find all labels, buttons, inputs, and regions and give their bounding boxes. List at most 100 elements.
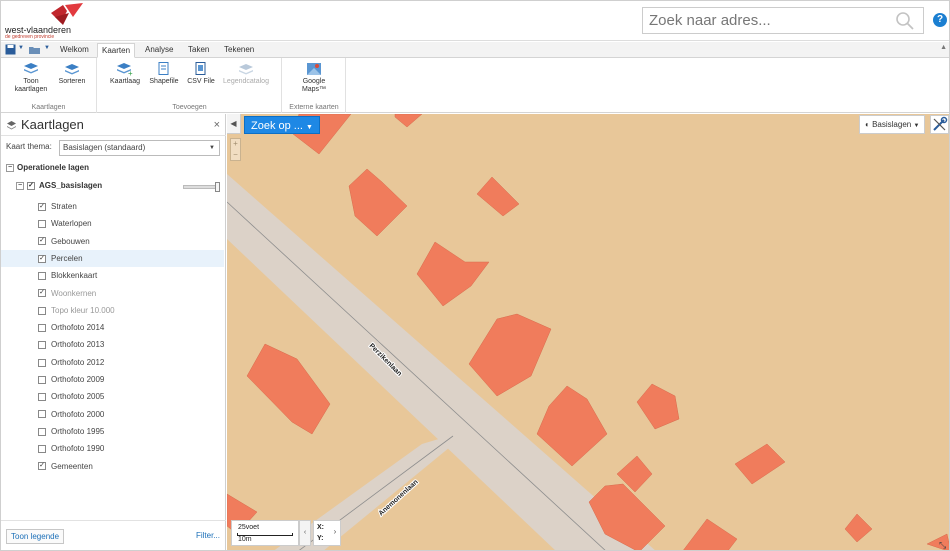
layer-row[interactable]: Waterlopen <box>1 215 224 232</box>
ribbon-collapse-icon[interactable]: ▲ <box>940 44 947 51</box>
layer-row[interactable]: Topo kleur 10.000 <box>1 302 224 319</box>
basemap-button[interactable]: ◐ Basislagen ▼ <box>859 115 926 134</box>
address-search-input[interactable] <box>643 8 888 33</box>
ribbon-group-title: Toevoegen <box>172 104 207 111</box>
layer-checkbox[interactable]: ✓ <box>38 237 46 246</box>
layer-row[interactable]: Orthofoto 2014 <box>1 319 224 336</box>
layer-checkbox[interactable] <box>38 323 46 332</box>
sorteren-button[interactable]: Sorteren <box>55 62 89 86</box>
slider-handle[interactable] <box>215 182 220 192</box>
chevron-left-icon[interactable]: ‹ <box>299 520 311 546</box>
zoom-out-button[interactable]: − <box>231 150 240 161</box>
save-icon[interactable] <box>5 43 16 57</box>
layer-row[interactable]: ✓ Straten <box>1 198 224 215</box>
layer-checkbox[interactable] <box>38 393 46 402</box>
theme-select[interactable]: Basislagen (standaard) ▼ <box>59 140 220 156</box>
map-canvas[interactable]: Perzikenlaan Anemonenlaan <box>227 114 950 551</box>
collapse-icon[interactable]: − <box>6 163 14 172</box>
ribbon-group-externe-kaarten: Google Maps™ Externe kaarten <box>283 58 346 113</box>
layer-row[interactable]: Orthofoto 1990 <box>1 440 224 457</box>
toon-kaartlagen-button[interactable]: Toon kaartlagen <box>9 62 53 94</box>
layer-label: Straten <box>51 202 77 211</box>
layer-row[interactable]: ✓ Gemeenten <box>1 458 224 475</box>
open-folder-icon[interactable] <box>29 43 41 57</box>
layer-checkbox[interactable]: ✓ <box>38 289 46 298</box>
group-ags-basislagen[interactable]: − ✓ AGS_basislagen <box>16 181 102 195</box>
app-window: west-vlaanderen de gedreven provincie ? … <box>0 0 950 551</box>
layer-row[interactable]: Orthofoto 2013 <box>1 336 224 353</box>
zoom-in-button[interactable]: + <box>231 139 240 150</box>
map-view[interactable]: Perzikenlaan Anemonenlaan ◀ + − Zoek op … <box>227 114 950 551</box>
basemap-label: Basislagen <box>872 120 912 129</box>
group-label: AGS_basislagen <box>39 181 103 190</box>
layer-checkbox[interactable] <box>38 341 46 350</box>
layer-checkbox[interactable] <box>38 220 46 229</box>
tab-kaarten[interactable]: Kaarten <box>97 43 136 58</box>
svg-text:+: + <box>128 69 133 76</box>
tools-button[interactable] <box>930 115 949 134</box>
tab-welkom[interactable]: Welkom <box>56 43 93 58</box>
help-icon[interactable]: ? <box>933 13 947 27</box>
legendcatalog-button[interactable]: Legendcatalog <box>220 62 272 86</box>
layer-row[interactable]: ✓ Gebouwen <box>1 233 224 250</box>
tab-taken[interactable]: Taken <box>184 43 213 58</box>
layer-label: Orthofoto 2013 <box>51 340 105 350</box>
layer-checkbox[interactable]: ✓ <box>38 202 46 211</box>
opacity-slider[interactable] <box>183 182 220 192</box>
building <box>246 343 331 435</box>
basemap-icon: ◐ <box>865 120 870 129</box>
building <box>734 443 786 485</box>
layers-icon <box>7 121 16 130</box>
legendcatalog-label: Legendcatalog <box>223 78 269 85</box>
layer-row[interactable]: Orthofoto 1995 <box>1 423 224 440</box>
layer-row[interactable]: Orthofoto 2012 <box>1 354 224 371</box>
layer-row[interactable]: Orthofoto 2005 <box>1 388 224 405</box>
layer-label: Orthofoto 1990 <box>51 444 105 454</box>
search-icon[interactable] <box>895 11 915 31</box>
layer-checkbox[interactable] <box>38 358 46 367</box>
layer-row[interactable]: Orthofoto 2009 <box>1 371 224 388</box>
csv-file-button[interactable]: CSV File <box>184 62 218 86</box>
tab-tekenen[interactable]: Tekenen <box>220 43 258 58</box>
layer-checkbox[interactable]: ✓ <box>38 254 46 263</box>
toon-legende-button[interactable]: Toon legende <box>6 529 65 544</box>
collapse-icon[interactable]: − <box>16 181 24 190</box>
panel-title: Kaartlagen <box>21 117 84 132</box>
layer-row[interactable]: ✓ Woonkernen <box>1 285 224 302</box>
google-maps-button[interactable]: Google Maps™ <box>293 62 335 94</box>
tab-analyse[interactable]: Analyse <box>141 43 177 58</box>
building <box>476 176 520 217</box>
layer-checkbox[interactable] <box>38 272 46 281</box>
group-checkbox[interactable]: ✓ <box>27 181 35 190</box>
chevron-right-icon[interactable]: › <box>328 520 342 546</box>
building <box>416 241 490 307</box>
collapse-panel-button[interactable]: ◀ <box>227 114 241 134</box>
layer-checkbox[interactable]: ✓ <box>38 462 46 471</box>
section-operationele-lagen[interactable]: − Operationele lagen <box>6 163 89 177</box>
provincie-logo[interactable]: west-vlaanderen de gedreven provincie <box>3 3 93 40</box>
layer-label: Orthofoto 2014 <box>51 323 105 333</box>
panel-footer: Toon legende Filter... <box>1 520 226 550</box>
layer-label: Percelen <box>51 253 83 263</box>
chevron-down-icon: ▼ <box>913 123 920 129</box>
building <box>844 513 873 543</box>
scale-bar: 25voet 10m <box>231 520 299 546</box>
open-menu-chevron-icon[interactable]: ▼ <box>44 45 50 59</box>
layer-row[interactable]: ✓ Percelen <box>1 249 224 267</box>
zoek-op-button[interactable]: Zoek op ... ▼ <box>244 116 320 134</box>
filter-link[interactable]: Filter... <box>196 531 220 540</box>
layer-row[interactable]: Blokkenkaart <box>1 267 224 284</box>
layer-checkbox[interactable] <box>38 306 46 315</box>
layer-label: Orthofoto 2000 <box>51 409 105 419</box>
resize-corner-icon[interactable]: ⤡ <box>939 540 949 550</box>
layer-row[interactable]: Orthofoto 2000 <box>1 406 224 423</box>
layer-label: Woonkernen <box>51 288 97 298</box>
shapefile-button[interactable]: Shapefile <box>146 62 182 86</box>
layer-checkbox[interactable] <box>38 410 46 419</box>
close-icon[interactable]: × <box>214 119 220 131</box>
kaartlaag-button[interactable]: + Kaartlaag <box>106 62 144 86</box>
save-menu-chevron-icon[interactable]: ▼ <box>18 45 24 59</box>
layer-checkbox[interactable] <box>38 375 46 384</box>
layer-checkbox[interactable] <box>38 427 46 436</box>
layer-checkbox[interactable] <box>38 445 46 454</box>
